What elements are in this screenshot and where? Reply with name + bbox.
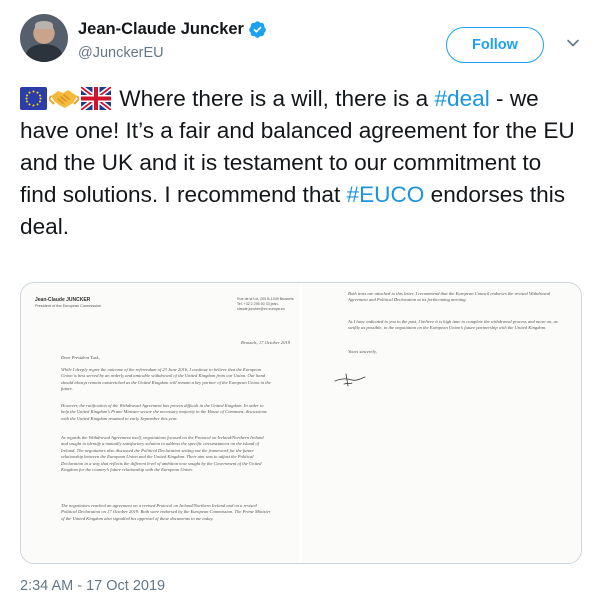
author-avatar[interactable] — [20, 14, 68, 62]
chevron-down-icon[interactable] — [566, 36, 580, 50]
author-handle[interactable]: @JunckerEU — [78, 45, 164, 61]
letter-paragraph: Both texts are attached to this letter. … — [348, 291, 551, 303]
tweet-timestamp[interactable]: 2:34 AM - 17 Oct 2019 — [20, 578, 165, 594]
letter-sender-title: President of the European Commission — [35, 304, 102, 308]
verified-badge-icon — [249, 21, 266, 38]
hashtag-deal-link[interactable]: #deal — [434, 86, 489, 111]
tweet-text-part-1: Where there is a will, there is a — [113, 86, 435, 111]
hashtag-euco-link[interactable]: #EUCO — [347, 182, 425, 207]
author-display-name[interactable]: Jean-Claude Juncker — [78, 20, 244, 39]
author-name-row: Jean-Claude Juncker — [78, 20, 267, 39]
letter-closing: Yours sincerely, — [348, 349, 377, 354]
letter-salutation: Dear President Tusk, — [61, 355, 100, 360]
letter-paragraph: As regards the Withdrawal Agreement itse… — [61, 435, 264, 473]
uk-flag-icon — [81, 87, 111, 110]
avatar-suit — [26, 44, 62, 62]
handshake-icon — [49, 90, 79, 108]
tweet-media[interactable]: Jean-Claude JUNCKER President of the Eur… — [20, 282, 582, 564]
letter-page-right[interactable]: Both texts are attached to this letter. … — [300, 283, 581, 563]
letter-address: Rue de la Loi, 200 B-1049 Brussels Tel. … — [237, 297, 294, 311]
follow-button[interactable]: Follow — [446, 27, 544, 63]
letter-paragraph: However, the ratification of the Withdra… — [61, 403, 267, 421]
letter-page-left[interactable]: Jean-Claude JUNCKER President of the Eur… — [21, 283, 300, 563]
letter-sender: Jean-Claude JUNCKER — [35, 297, 91, 303]
letter-paragraph: As I have indicated to you in the past, … — [348, 319, 558, 331]
eu-flag-icon — [20, 87, 47, 110]
tweet-text: Where there is a will, there is a #deal … — [20, 83, 580, 243]
handwritten-signature-icon — [334, 373, 366, 387]
letter-date: Brussels, 17 October 2019 — [241, 340, 290, 345]
letter-paragraph: The negotiators reached an agreement on … — [61, 503, 271, 521]
avatar-hair — [35, 21, 53, 29]
letter-paragraph: While I deeply regret the outcome of the… — [61, 367, 271, 392]
